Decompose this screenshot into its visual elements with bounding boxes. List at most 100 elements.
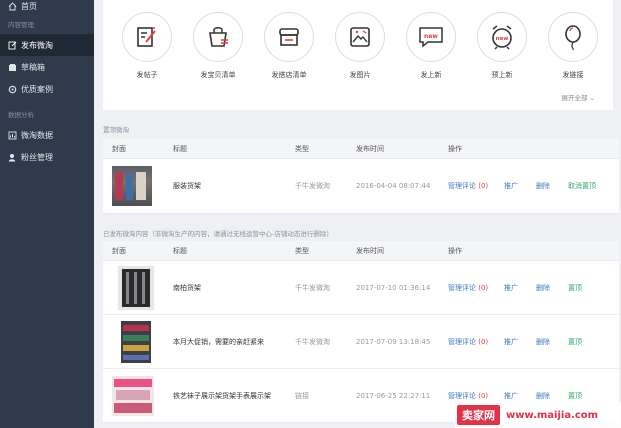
expand-all-link[interactable]: 展开全部 ⌄ [561, 92, 595, 102]
action-pre-new[interactable]: new 预上新 [472, 12, 532, 80]
manage-comments-link[interactable]: 管理评论 (0) [448, 337, 504, 347]
action-label: 发上新 [420, 71, 442, 79]
promote-link[interactable]: 推广 [504, 337, 536, 347]
user-icon [8, 153, 17, 162]
pinned-section-title: 置顶微淘 [103, 126, 129, 134]
sidebar-item-label: 首页 [21, 1, 37, 11]
row-type: 千牛发微淘 [295, 283, 330, 292]
row-type: 千牛发微淘 [295, 337, 330, 346]
delete-link[interactable]: 删除 [536, 391, 568, 401]
watermark: 卖家网 www.maijia.com [455, 402, 621, 428]
row-time: 2017-07-09 13:18:45 [356, 337, 431, 346]
header-type: 类型 [295, 144, 309, 153]
row-cover [103, 320, 173, 363]
action-label: 发图片 [349, 71, 371, 79]
sidebar-item-stats[interactable]: 微淘数据 [0, 124, 94, 146]
bag-icon [193, 12, 243, 62]
row-title: 铁艺袜子展示架货架手表展示架 [173, 391, 271, 400]
comment-count: (0) [478, 337, 489, 346]
header-title: 标题 [173, 144, 187, 153]
header-ops: 操作 [448, 144, 462, 153]
row-title: 南柏货架 [173, 283, 201, 292]
alarm-new-icon: new [477, 12, 527, 62]
row-time: 2017-07-10 01:36:14 [356, 283, 431, 292]
action-image[interactable]: 发图片 [330, 12, 390, 80]
published-section-title: 已发布微淘内容（非微淘生产的内容，请通过无线运营中心-店铺动态进行删除） [103, 230, 333, 238]
header-time: 发布时间 [356, 144, 384, 153]
sidebar-item-label: 草稿箱 [21, 62, 45, 72]
action-label: 发搭店清单 [271, 71, 307, 79]
row-time: 2016-04-04 08:07:44 [356, 182, 431, 190]
cover-image[interactable] [121, 320, 151, 363]
sidebar-section-content: 内容管理 [8, 21, 34, 29]
publish-actions-card: 发帖子 发宝贝清单 发搭店清单 发图片 new 发上新 new 预上新 发链接 … [103, 0, 613, 110]
action-new[interactable]: new 发上新 [401, 12, 461, 80]
sidebar-item-cases[interactable]: 优质案例 [0, 78, 94, 100]
action-shop-list[interactable]: 发搭店清单 [259, 12, 319, 80]
sidebar-item-publish[interactable]: 发布微淘 [0, 34, 94, 56]
row-title: 服装货架 [173, 182, 201, 190]
row-cover [103, 265, 173, 310]
draft-icon [8, 63, 17, 72]
cover-image[interactable] [112, 375, 154, 416]
sidebar-item-label: 微淘数据 [21, 130, 53, 140]
sidebar-item-drafts[interactable]: 草稿箱 [0, 56, 94, 78]
header-cover: 封面 [112, 246, 126, 255]
comment-count: (0) [478, 182, 489, 190]
balloon-icon [548, 12, 598, 62]
settings-icon [8, 85, 17, 94]
shop-icon [264, 12, 314, 62]
cover-image[interactable] [112, 166, 152, 206]
header-ops: 操作 [448, 246, 462, 255]
svg-text:new: new [496, 36, 509, 42]
action-label: 发宝贝清单 [200, 71, 236, 79]
watermark-url: www.maijia.com [506, 409, 599, 421]
comment-label: 管理评论 [448, 337, 476, 346]
header-title: 标题 [173, 246, 187, 255]
manage-comments-link[interactable]: 管理评论 (0) [448, 181, 504, 191]
row-cover [103, 375, 173, 416]
action-label: 发链接 [562, 71, 584, 79]
sidebar-section-data: 数据分析 [8, 111, 34, 119]
row-ops: 管理评论 (0) 推广 删除 取消置顶 [448, 181, 619, 191]
pin-link[interactable]: 置顶 [568, 391, 582, 401]
delete-link[interactable]: 删除 [536, 283, 568, 293]
pinned-table: 封面 标题 类型 发布时间 操作 服装货架 千牛发微淘 2016-04-04 0… [103, 139, 619, 214]
action-post[interactable]: 发帖子 [117, 12, 177, 80]
action-baby-list[interactable]: 发宝贝清单 [188, 12, 248, 80]
row-time: 2017-06-25 22:27:11 [356, 391, 431, 400]
header-cover: 封面 [112, 144, 126, 153]
row-type: 千牛发微淘 [295, 182, 330, 190]
comment-label: 管理评论 [448, 182, 476, 190]
promote-link[interactable]: 推广 [504, 391, 536, 401]
unpin-link[interactable]: 取消置顶 [568, 181, 596, 191]
promote-link[interactable]: 推广 [504, 181, 536, 191]
sidebar-item-fans[interactable]: 粉丝管理 [0, 146, 94, 168]
comment-label: 管理评论 [448, 283, 476, 292]
manage-comments-link[interactable]: 管理评论 (0) [448, 391, 504, 401]
post-icon [122, 12, 172, 62]
action-label: 发帖子 [136, 71, 158, 79]
comment-label: 管理评论 [448, 391, 476, 400]
expand-label: 展开全部 [561, 94, 588, 102]
promote-link[interactable]: 推广 [504, 283, 536, 293]
action-link[interactable]: 发链接 [543, 12, 603, 80]
row-ops: 管理评论 (0) 推广 删除 置顶 [448, 283, 619, 293]
comment-count: (0) [478, 391, 489, 400]
delete-link[interactable]: 删除 [536, 181, 568, 191]
action-label: 预上新 [491, 71, 513, 79]
manage-comments-link[interactable]: 管理评论 (0) [448, 283, 504, 293]
sidebar: 首页 内容管理 发布微淘 草稿箱 优质案例 数据分析 微淘数据 粉丝管理 [0, 0, 94, 428]
watermark-logo: 卖家网 [457, 405, 500, 425]
cover-image[interactable] [118, 265, 154, 310]
table-row: 南柏货架 千牛发微淘 2017-07-10 01:36:14 管理评论 (0) … [103, 261, 619, 315]
svg-text:new: new [424, 33, 438, 40]
delete-link[interactable]: 删除 [536, 337, 568, 347]
table-row: 本月大促销，需要的亲赶紧来 千牛发微淘 2017-07-09 13:18:45 … [103, 315, 619, 369]
sidebar-item-label: 优质案例 [21, 84, 53, 94]
pin-link[interactable]: 置顶 [568, 337, 582, 347]
pin-link[interactable]: 置顶 [568, 283, 582, 293]
header-type: 类型 [295, 246, 309, 255]
sidebar-item-home[interactable]: 首页 [0, 0, 94, 14]
row-type: 链接 [295, 391, 309, 400]
